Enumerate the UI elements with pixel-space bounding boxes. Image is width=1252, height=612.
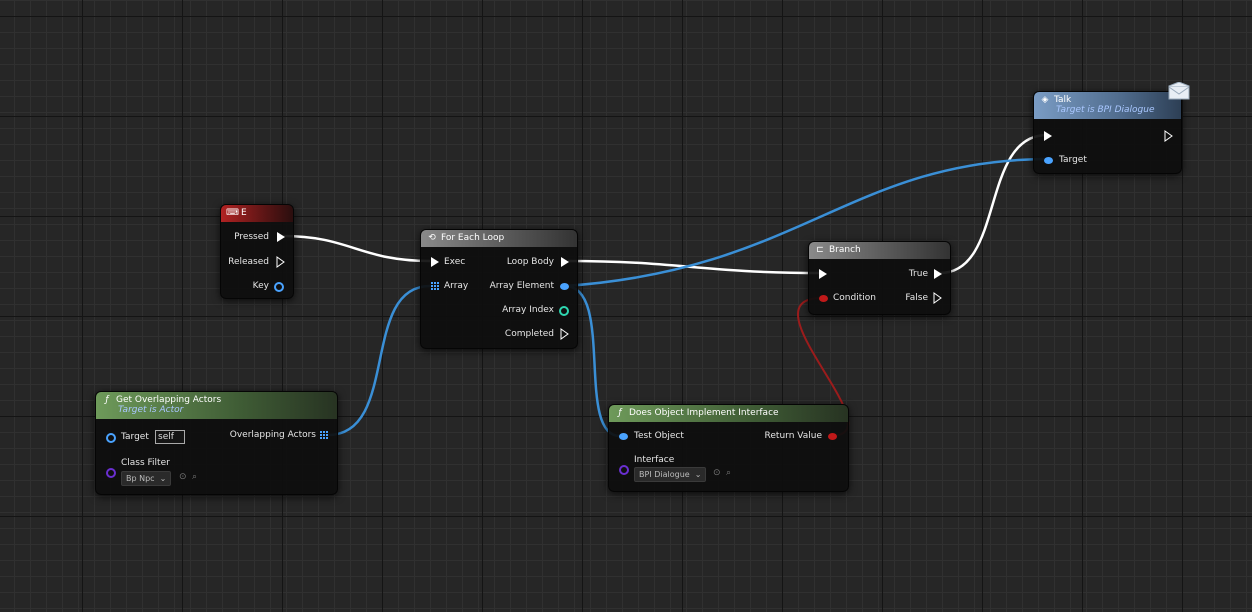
branch-icon: ⊏ [816,245,824,255]
target-in-pin[interactable] [106,433,116,443]
pin-label-pressed: Pressed [234,232,269,242]
pin-label-completed: Completed [504,329,554,339]
condition-in-pin[interactable] [819,295,828,302]
interface-value: BPI Dialogue [639,470,690,479]
pin-label-interface: Interface [634,455,675,465]
exec-out-completed-pin[interactable] [560,328,569,340]
class-filter-in-pin[interactable] [106,468,116,478]
keyboard-icon: ⌨ [226,208,239,218]
pin-label-class-filter: Class Filter [121,458,170,468]
pin-label-false: False [905,293,928,303]
exec-in-pin[interactable] [431,257,439,267]
for-each-loop-node[interactable]: ⟲ For Each Loop Exec Array Loop Body Arr… [420,229,578,349]
search-icon[interactable]: ⌕ [726,468,731,478]
node-header[interactable]: ⟲ For Each Loop [421,230,577,247]
pin-label-array-index: Array Index [502,305,554,315]
node-header[interactable]: ◈ Talk Target is BPI Dialogue [1034,92,1181,119]
pin-label-return-value: Return Value [764,431,822,441]
exec-out-false-pin[interactable] [933,292,942,304]
class-filter-value: Bp Npc [126,474,155,483]
node-title: E [241,208,247,218]
target-self-input[interactable]: self [155,430,185,444]
does-object-implement-interface-node[interactable]: ƒ Does Object Implement Interface Test O… [608,404,849,492]
browse-icon[interactable]: ⊙ [179,472,187,482]
search-icon[interactable]: ⌕ [192,472,197,482]
loop-icon: ⟲ [428,233,436,243]
interface-in-pin[interactable] [619,465,629,475]
exec-out-loop-body-pin[interactable] [561,257,569,267]
exec-wire-pressed-to-exec [282,234,431,263]
interface-dropdown[interactable]: BPI Dialogue ⌄ [634,467,707,482]
array-index-out-pin[interactable] [559,306,569,316]
chevron-down-icon: ⌄ [159,474,167,483]
pin-label-array: Array [444,281,469,291]
node-header[interactable]: ƒ Get Overlapping Actors Target is Actor [96,392,337,419]
pin-label-condition: Condition [833,293,876,303]
function-call-icon: ◈ [1041,95,1049,105]
function-icon: ƒ [105,395,109,405]
array-element-out-pin[interactable] [560,283,569,290]
pin-label-array-element: Array Element [489,281,554,291]
key-e-event-node[interactable]: ⌨ E Pressed Released Key [220,204,294,299]
branch-node[interactable]: ⊏ Branch Condition True False [808,241,951,315]
object-wire-element-to-talk-target [564,157,1048,288]
node-header[interactable]: ƒ Does Object Implement Interface [609,405,848,422]
node-title: For Each Loop [441,233,505,243]
node-header[interactable]: ⊏ Branch [809,242,950,259]
class-filter-dropdown[interactable]: Bp Npc ⌄ [121,471,172,486]
pin-label-exec: Exec [444,257,466,267]
pin-label-target: Target [121,432,149,442]
return-value-out-pin[interactable] [828,433,837,440]
overlapping-actors-out-pin[interactable] [320,431,329,440]
pin-label-released: Released [228,257,269,267]
exec-out-pressed-pin[interactable] [277,232,285,242]
node-subtitle: Target is Actor [118,405,184,415]
node-title: Does Object Implement Interface [629,408,779,418]
exec-wire-loopbody-to-branch [567,259,823,275]
pin-label-overlapping-actors: Overlapping Actors [229,430,316,440]
exec-in-pin[interactable] [1044,131,1052,141]
exec-in-pin[interactable] [819,269,827,279]
object-wire-overlapping-to-array [327,284,431,437]
exec-out-released-pin[interactable] [276,256,285,268]
chevron-down-icon: ⌄ [694,470,702,479]
target-in-pin[interactable] [1044,157,1053,164]
get-overlapping-actors-node[interactable]: ƒ Get Overlapping Actors Target is Actor… [95,391,338,495]
message-icon [1168,82,1190,100]
pin-label-target: Target [1059,155,1087,165]
function-icon: ƒ [618,408,622,418]
pin-label-true: True [908,269,928,279]
test-object-in-pin[interactable] [619,433,628,440]
key-out-pin[interactable] [274,282,284,292]
array-in-pin[interactable] [431,282,440,291]
exec-wire-true-to-talk [939,133,1048,275]
node-title: Branch [829,245,861,255]
talk-message-node[interactable]: ◈ Talk Target is BPI Dialogue Target [1033,91,1182,174]
node-header[interactable]: ⌨ E [221,205,293,222]
node-subtitle: Target is BPI Dialogue [1056,105,1155,115]
exec-out-true-pin[interactable] [934,269,942,279]
pin-label-loop-body: Loop Body [506,257,554,267]
pin-label-test-object: Test Object [634,431,684,441]
pin-label-key: Key [252,281,269,291]
exec-out-pin[interactable] [1164,130,1173,142]
browse-icon[interactable]: ⊙ [713,468,721,478]
